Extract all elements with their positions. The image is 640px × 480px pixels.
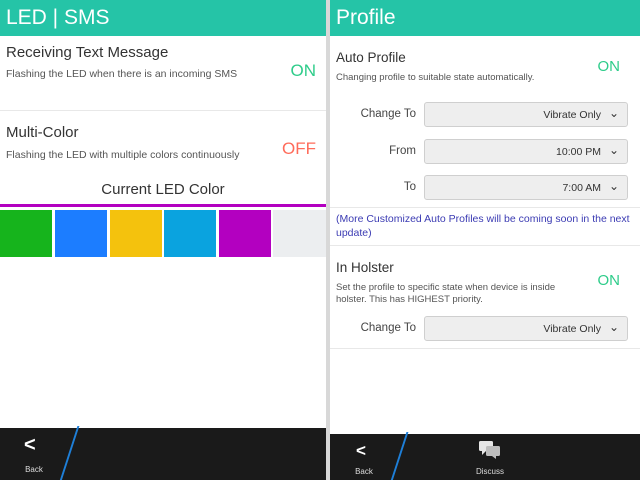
- chevron-down-icon: ⌄: [608, 106, 619, 120]
- auto-profile-title: Auto Profile: [336, 50, 406, 65]
- holster-change-to-dropdown[interactable]: Vibrate Only ⌄: [424, 316, 628, 341]
- section-divider: [330, 245, 640, 246]
- led-swatch[interactable]: [273, 210, 326, 257]
- chevron-down-icon: ⌄: [608, 179, 619, 193]
- led-swatch[interactable]: [55, 210, 107, 257]
- back-chevron-icon: <: [24, 434, 36, 456]
- holster-change-to-value: Vibrate Only: [543, 323, 601, 335]
- back-chevron-icon: <: [356, 441, 366, 460]
- auto-profile-desc: Changing profile to suitable state autom…: [336, 72, 535, 83]
- receiving-text-title: Receiving Text Message: [6, 44, 169, 61]
- action-bar: < Back Discuss: [330, 432, 640, 480]
- receiving-text-desc: Flashing the LED when there is an incomi…: [6, 68, 238, 80]
- led-color-strip: [0, 204, 326, 257]
- change-to-dropdown[interactable]: Vibrate Only ⌄: [424, 102, 628, 127]
- led-color-heading: Current LED Color: [101, 181, 225, 198]
- action-bar: < Back: [0, 426, 326, 480]
- holster-change-to-label: Change To: [360, 322, 416, 334]
- to-time-dropdown[interactable]: 7:00 AM ⌄: [424, 175, 628, 200]
- page-title: LED | SMS: [0, 0, 326, 36]
- in-holster-toggle[interactable]: ON: [598, 272, 621, 289]
- chevron-down-icon: ⌄: [608, 143, 619, 157]
- led-sms-panel: LED | SMS Receiving Text Message Flashin…: [0, 0, 326, 480]
- profile-panel: Profile Auto Profile Changing profile to…: [330, 0, 640, 480]
- multi-color-row[interactable]: Multi-Color Flashing the LED with multip…: [0, 111, 326, 179]
- led-swatch[interactable]: [164, 210, 216, 257]
- page-title: Profile: [330, 0, 640, 36]
- in-holster-desc: Set the profile to specific state when d…: [336, 282, 556, 305]
- multi-color-title: Multi-Color: [6, 124, 79, 141]
- receiving-text-row[interactable]: Receiving Text Message Flashing the LED …: [0, 38, 326, 111]
- back-button[interactable]: < Back: [330, 434, 398, 480]
- in-holster-row[interactable]: In Holster Set the profile to specific s…: [330, 250, 640, 310]
- to-time-value: 7:00 AM: [562, 182, 601, 194]
- in-holster-title: In Holster: [336, 260, 394, 275]
- section-divider: [330, 207, 640, 208]
- led-swatch[interactable]: [0, 210, 52, 257]
- multi-color-desc: Flashing the LED with multiple colors co…: [6, 149, 240, 161]
- from-time-dropdown[interactable]: 10:00 PM ⌄: [424, 139, 628, 164]
- from-label: From: [389, 145, 416, 157]
- multi-color-toggle[interactable]: OFF: [282, 139, 316, 159]
- coming-soon-note: (More Customized Auto Profiles will be c…: [336, 213, 630, 239]
- receiving-text-toggle[interactable]: ON: [291, 61, 317, 81]
- chat-bubbles-icon: [479, 441, 500, 459]
- auto-profile-toggle[interactable]: ON: [598, 58, 621, 75]
- led-swatch[interactable]: [219, 210, 271, 257]
- back-label: Back: [25, 465, 43, 474]
- back-button[interactable]: < Back: [0, 428, 68, 480]
- discuss-label: Discuss: [475, 467, 504, 476]
- led-swatch[interactable]: [110, 210, 162, 257]
- section-divider: [330, 348, 640, 349]
- to-label: To: [403, 181, 416, 193]
- auto-profile-row[interactable]: Auto Profile Changing profile to suitabl…: [330, 38, 640, 94]
- from-time-value: 10:00 PM: [556, 146, 601, 158]
- change-to-label: Change To: [360, 108, 416, 120]
- discuss-button[interactable]: Discuss: [460, 434, 520, 480]
- back-label: Back: [355, 467, 373, 476]
- chevron-down-icon: ⌄: [608, 320, 619, 334]
- change-to-value: Vibrate Only: [543, 109, 601, 121]
